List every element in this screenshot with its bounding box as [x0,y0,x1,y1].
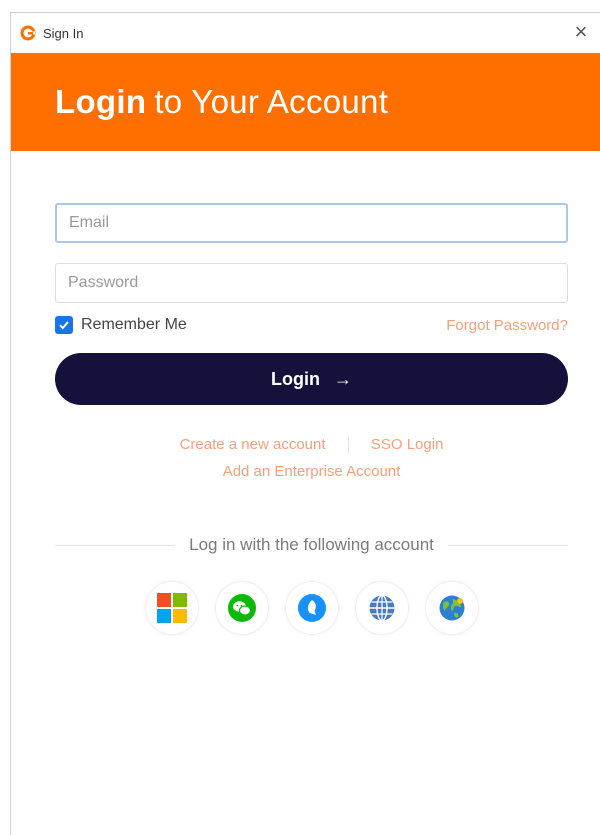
remember-me-checkbox[interactable] [55,316,73,334]
login-button-label: Login [271,368,320,389]
links-row-2: Add an Enterprise Account [55,458,568,485]
page-title-strong: Login [55,83,147,120]
microsoft-login-button[interactable] [144,581,199,635]
checkmark-icon [59,321,69,330]
forgot-password-link[interactable]: Forgot Password? [446,317,568,334]
social-divider-text: Log in with the following account [189,535,434,554]
header-banner: Login to Your Account [11,53,600,151]
close-icon: × [574,19,588,44]
divider-line-left [55,544,176,546]
create-account-link[interactable]: Create a new account [180,436,326,453]
password-input[interactable] [55,263,568,303]
title-bar: Sign In × [11,13,600,53]
dingtalk-login-button[interactable] [284,581,339,635]
page-title: Login to Your Account [55,83,388,121]
social-login-buttons [55,581,568,635]
divider-line-right [447,544,569,546]
microsoft-icon [156,593,187,623]
app-logo-icon [19,24,37,42]
arrow-right-icon: → [333,368,352,389]
dingtalk-icon [297,594,326,622]
window-title: Sign In [43,25,84,41]
wechat-login-button[interactable] [214,581,269,635]
social-divider: Log in with the following account [55,535,569,555]
options-row: Remember Me Forgot Password? [55,313,568,337]
remember-me-label: Remember Me [81,316,187,333]
page-title-rest: to Your Account [154,83,389,120]
globe-icon [369,594,394,622]
remember-me[interactable]: Remember Me [55,316,187,334]
email-input[interactable] [55,203,568,243]
earth-login-button[interactable] [424,581,479,635]
wechat-icon [227,594,256,622]
login-form: Remember Me Forgot Password? Login → Cre… [11,203,600,635]
close-button[interactable]: × [568,19,594,45]
link-separator [347,437,349,454]
sso-login-link[interactable]: SSO Login [371,436,444,453]
globe-login-button[interactable] [354,581,409,635]
sign-in-window: Sign In × Loginto Your Account Remember … [10,12,600,835]
earth-icon [439,595,464,621]
enterprise-account-link[interactable]: Add an Enterprise Account [223,463,401,480]
login-button[interactable]: Login → [55,353,568,405]
links-row-1: Create a new account SSO Login [55,431,568,458]
account-links: Create a new account SSO Login Add an En… [55,431,568,485]
